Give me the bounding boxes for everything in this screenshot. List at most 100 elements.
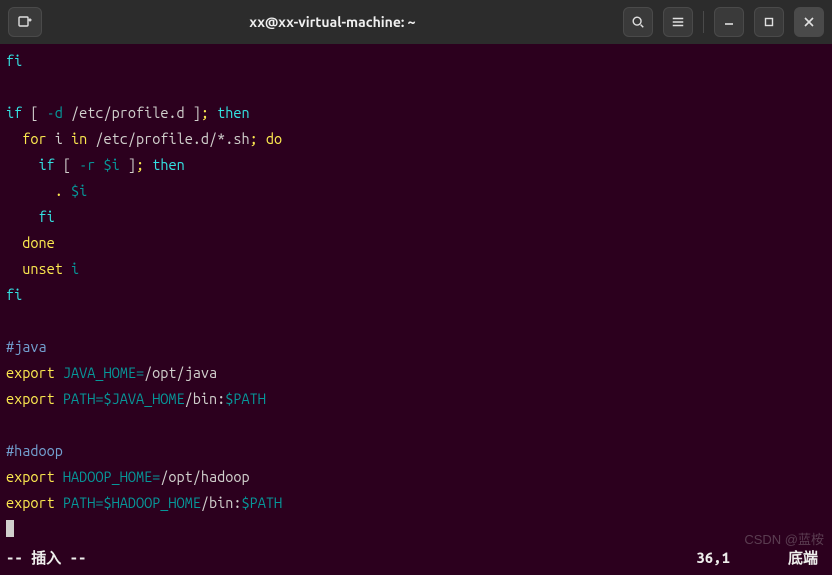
close-icon [803,16,815,28]
code-token: i [71,260,79,277]
code-token: export [6,364,55,381]
code-line[interactable]: export HADOOP_HOME=/opt/hadoop [6,464,826,490]
search-icon [631,15,645,29]
hamburger-icon [671,15,685,29]
code-line[interactable]: done [6,230,826,256]
code-token: $i [103,156,119,173]
code-token [209,104,217,121]
code-token: -d [47,104,63,121]
maximize-icon [763,16,775,28]
code-token [55,364,63,381]
code-token: done [22,234,54,251]
code-token: $PATH [225,390,266,407]
code-token: fi [6,286,22,303]
code-token [63,182,71,199]
code-line[interactable]: export PATH=$JAVA_HOME/bin:$PATH [6,386,826,412]
code-token [55,494,63,511]
code-line[interactable]: . $i [6,178,826,204]
vim-status-line: -- 插入 -- 36,1 底端 [6,545,826,571]
titlebar-right [623,7,824,37]
code-token: unset [22,260,63,277]
code-token: i [47,130,71,147]
code-line[interactable]: unset i [6,256,826,282]
code-line[interactable]: if [ -d /etc/profile.d ]; then [6,100,826,126]
vim-mode: -- 插入 -- [6,545,86,571]
minimize-icon [723,16,735,28]
maximize-button[interactable] [754,7,784,37]
code-token: ; [136,156,144,173]
code-token: #java [6,338,47,355]
titlebar-left [8,7,42,37]
code-token: PATH= [63,494,104,511]
code-token: -r [79,156,95,173]
code-token: fi [38,208,54,225]
code-line[interactable] [6,412,826,438]
code-token: then [152,156,184,173]
code-token: $HADOOP_HOME [103,494,200,511]
code-token: in [71,130,87,147]
code-token [63,260,71,277]
code-token: HADOOP_HOME= [63,468,160,485]
new-tab-icon [17,14,33,30]
editor-content[interactable]: fi if [ -d /etc/profile.d ]; then for i … [6,48,826,516]
code-token: $JAVA_HOME [103,390,184,407]
code-token: . [55,182,63,199]
code-line[interactable]: fi [6,204,826,230]
cursor-line [6,516,826,542]
text-cursor [6,520,14,537]
code-line[interactable]: fi [6,282,826,308]
code-line[interactable] [6,308,826,334]
code-line[interactable]: fi [6,48,826,74]
code-token: do [266,130,282,147]
code-line[interactable]: #hadoop [6,438,826,464]
code-line[interactable] [6,74,826,100]
code-line[interactable]: if [ -r $i ]; then [6,152,826,178]
code-token: /opt/hadoop [160,468,249,485]
cursor-position: 36,1 [696,545,730,571]
code-token [55,468,63,485]
code-token: [ [22,104,46,121]
code-line[interactable]: export JAVA_HOME=/opt/java [6,360,826,386]
search-button[interactable] [623,7,653,37]
minimize-button[interactable] [714,7,744,37]
code-token: ] [120,156,136,173]
code-token [6,208,38,225]
code-token [258,130,266,147]
code-line[interactable]: #java [6,334,826,360]
code-token: #hadoop [6,442,63,459]
code-token: /etc/profile.d ] [63,104,201,121]
code-token: /bin: [201,494,242,511]
code-line[interactable]: for i in /etc/profile.d/*.sh; do [6,126,826,152]
code-token: /opt/java [144,364,217,381]
code-token: $PATH [242,494,283,511]
terminal-viewport[interactable]: fi if [ -d /etc/profile.d ]; then for i … [0,44,832,575]
code-token: export [6,390,55,407]
code-token: if [6,104,22,121]
code-token [6,234,22,251]
code-token: PATH= [63,390,104,407]
code-token [6,130,22,147]
menu-button[interactable] [663,7,693,37]
code-token: fi [6,52,22,69]
code-token: /etc/profile.d/*.sh [87,130,249,147]
window-title: xx@xx-virtual-machine: ~ [42,14,623,30]
code-token [6,182,55,199]
code-token: JAVA_HOME= [63,364,144,381]
code-token [6,260,22,277]
code-line[interactable]: export PATH=$HADOOP_HOME/bin:$PATH [6,490,826,516]
scroll-percent: 底端 [788,545,818,571]
code-token: for [22,130,46,147]
code-token: [ [55,156,79,173]
code-token: ; [201,104,209,121]
code-token: if [38,156,54,173]
code-token [6,156,38,173]
titlebar-separator [703,11,704,33]
code-token: $i [71,182,87,199]
code-token: /bin: [185,390,226,407]
new-tab-button[interactable] [8,7,42,37]
window-titlebar: xx@xx-virtual-machine: ~ [0,0,832,44]
code-token: then [217,104,249,121]
close-button[interactable] [794,7,824,37]
code-token: ; [250,130,258,147]
code-token: export [6,494,55,511]
